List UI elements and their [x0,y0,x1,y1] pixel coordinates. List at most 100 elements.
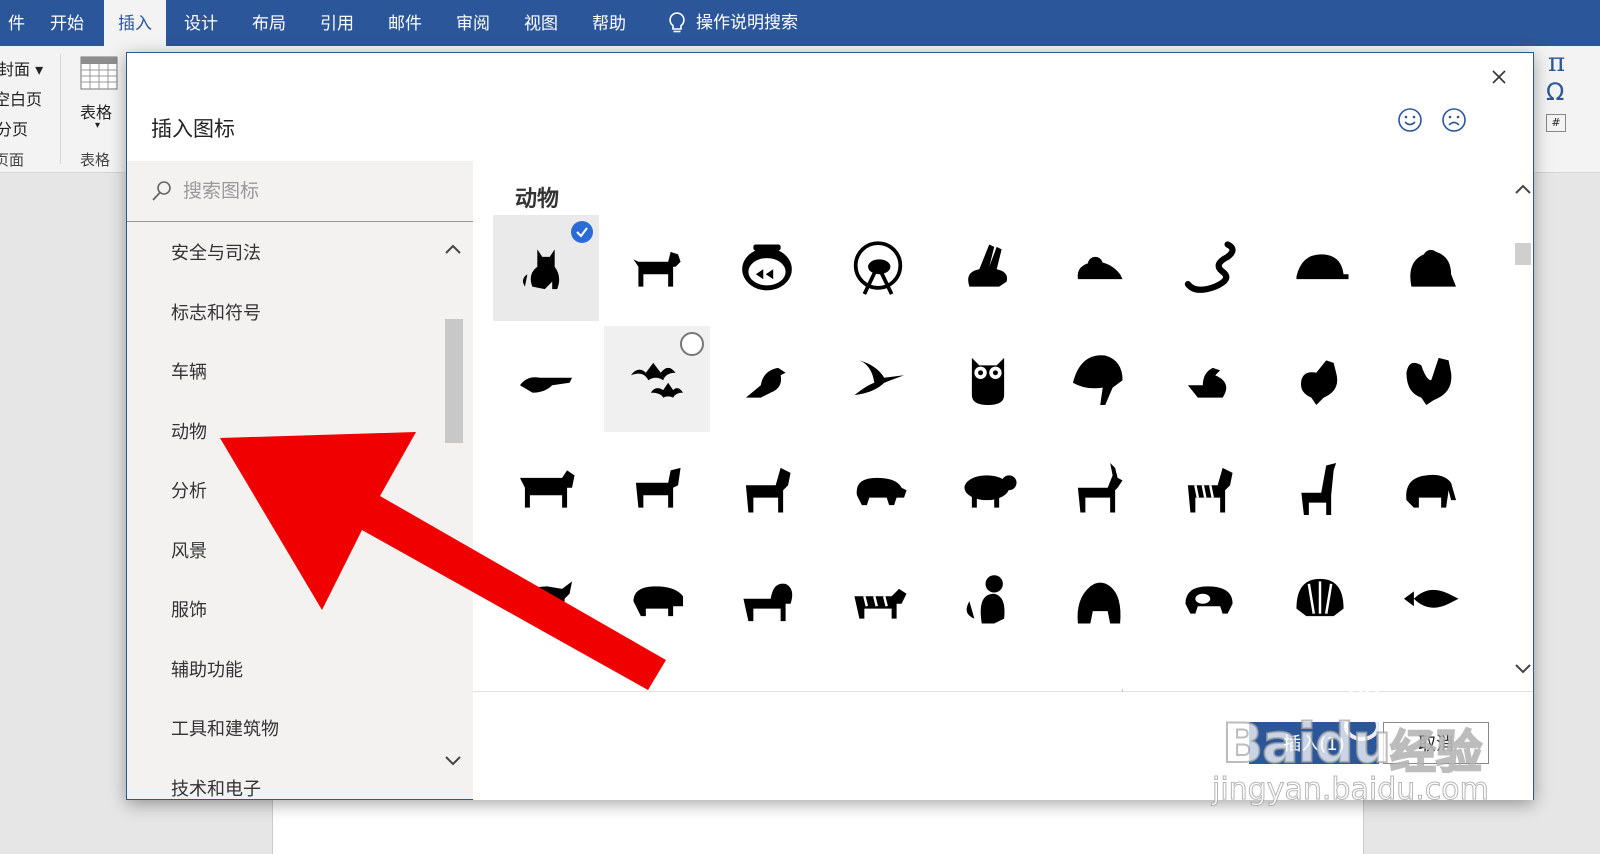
icon-tile[interactable] [1377,436,1483,542]
search-input[interactable] [181,179,455,203]
close-button[interactable] [1483,61,1515,93]
icon-tile[interactable] [1156,547,1262,653]
gallery-scroll-down[interactable] [1511,657,1535,681]
hippo-icon [632,585,683,616]
icon-tile[interactable] [1046,436,1152,542]
category-item[interactable]: 安全与司法 [171,239,261,265]
snake-icon [1184,241,1236,293]
icon-tile[interactable] [493,436,599,542]
ribbon-tab[interactable]: 设计 [170,0,232,46]
category-item[interactable]: 服饰 [171,596,207,622]
number-button[interactable]: # [1546,114,1566,132]
ribbon-tab[interactable]: 开始 [36,0,98,46]
icon-tile[interactable] [1046,215,1152,321]
ribbon-tab[interactable]: 帮助 [578,0,640,46]
category-item[interactable]: 辅助功能 [171,656,243,682]
icon-tile[interactable] [1046,326,1152,432]
blank-page-button[interactable]: 空白页 [0,86,42,110]
icon-tile[interactable] [1377,326,1483,432]
ribbon-tab[interactable]: 邮件 [374,0,436,46]
icon-tile[interactable] [1046,657,1152,691]
icon-tile[interactable] [604,436,710,542]
symbol-button[interactable]: Ω [1546,78,1564,106]
icon-tile[interactable] [604,215,710,321]
cover-page-label: 封面 [0,60,31,79]
icon-tile[interactable] [604,657,710,691]
icon-tile[interactable] [493,326,599,432]
peacock-icon [1072,354,1123,405]
frown-icon [1442,108,1466,132]
category-item[interactable]: 技术和电子 [171,775,261,800]
gallery-scrollbar-thumb[interactable] [1515,243,1531,265]
category-item[interactable]: 标志和符号 [171,299,261,325]
icon-tile[interactable] [1156,326,1262,432]
category-item[interactable]: 风景 [171,537,207,563]
icon-tile[interactable] [1046,547,1152,653]
equation-button[interactable]: π [1548,48,1565,78]
icon-tile[interactable] [714,547,820,653]
icon-tile[interactable] [493,657,599,691]
page-break-button[interactable]: 分页 [0,116,28,140]
icon-tile[interactable] [935,436,1041,542]
icon-tile[interactable] [714,215,820,321]
tell-me-search[interactable]: 操作说明搜索 [668,0,798,46]
watermark-brand: Baidu [1221,711,1392,776]
icon-tile[interactable] [1156,215,1262,321]
monkey-icon [966,574,1005,624]
ribbon-tab[interactable]: 视图 [510,0,572,46]
icon-tile[interactable] [935,657,1041,691]
icon-tile[interactable] [935,215,1041,321]
icon-tile[interactable] [825,215,931,321]
icon-tile[interactable] [825,547,931,653]
frown-feedback-button[interactable] [1441,107,1471,137]
ribbon-tab[interactable]: 插入 [104,0,166,46]
icon-tile[interactable] [493,547,599,653]
ribbon-tab[interactable]: 引用 [306,0,368,46]
icon-tile[interactable] [1267,326,1373,432]
table-icon [80,56,118,90]
icon-tile[interactable] [493,215,599,321]
category-scroll-down[interactable] [441,749,465,773]
icon-tile[interactable] [935,547,1041,653]
pages-group-label: 页面 [0,151,25,169]
category-item[interactable]: 车辆 [171,358,207,384]
category-scrollbar-thumb[interactable] [445,319,463,443]
bats-icon [630,362,683,398]
gallery-scroll-up[interactable] [1511,177,1535,201]
icon-tile[interactable] [1267,547,1373,653]
category-item[interactable]: 工具和建筑物 [171,715,279,741]
icon-tile[interactable] [1267,436,1373,542]
icon-tile[interactable] [825,326,931,432]
icon-tile[interactable] [714,657,820,691]
icon-tile[interactable] [1377,547,1483,653]
category-scroll-up[interactable] [441,237,465,261]
icon-tile[interactable] [825,657,931,691]
icon-tile[interactable] [825,436,931,542]
search-box[interactable] [127,161,473,222]
icon-tile[interactable] [935,326,1041,432]
mouse-icon [1077,256,1123,280]
smile-feedback-button[interactable] [1397,107,1427,137]
ribbon-tab[interactable]: 布局 [238,0,300,46]
gallery-scrollbar[interactable] [1513,161,1533,691]
icon-tile[interactable] [714,436,820,542]
icon-tile[interactable] [714,326,820,432]
category-item[interactable]: 分析 [171,477,207,503]
fish-icon [1403,589,1459,608]
icon-tile[interactable] [603,325,710,432]
icon-tile[interactable] [604,547,710,653]
table-dropdown-icon[interactable]: ▾ [95,120,100,131]
tiger-icon [853,588,907,619]
icon-tile[interactable] [1156,657,1262,691]
crocodile-icon [519,376,573,393]
unchecked-circle-icon [679,331,704,356]
table-button[interactable] [80,56,118,94]
ribbon-tab[interactable]: 审阅 [442,0,504,46]
icon-tile[interactable] [1156,436,1262,542]
ribbon-tab[interactable]: 件 [0,0,39,46]
category-item[interactable]: 动物 [171,418,207,444]
cover-page-button[interactable]: 封面 ▾ [0,56,43,80]
whale-icon [626,679,688,691]
icon-tile[interactable] [1267,215,1373,321]
icon-tile[interactable] [1377,215,1483,321]
